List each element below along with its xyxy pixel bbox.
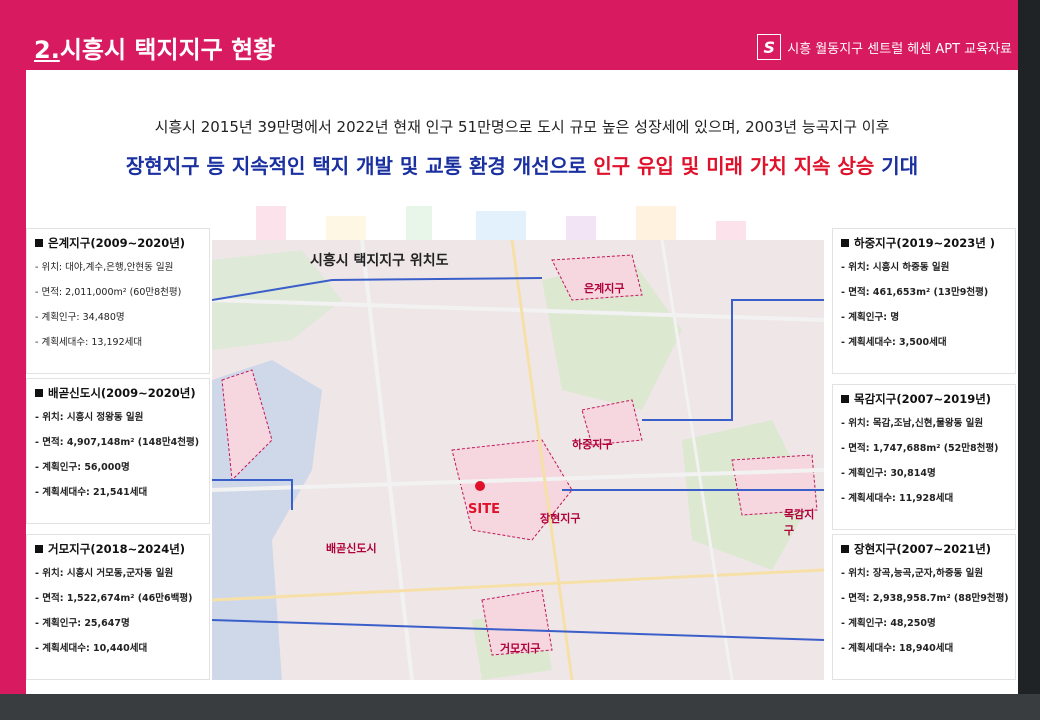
panel-row: - 위치: 시흥시 거모동,군자동 일원 bbox=[35, 568, 174, 579]
panel-row: - 계획인구: 56,000명 bbox=[35, 462, 130, 473]
headline-line2-red: 인구 유입 및 미래 가치 지속 상승 bbox=[593, 154, 875, 178]
panel-row: - 위치: 시흥시 하중동 일원 bbox=[841, 262, 950, 273]
map-graphic bbox=[212, 240, 824, 680]
panel-row: - 계획인구: 25,647명 bbox=[35, 618, 130, 629]
panel-geomo: 거모지구(2018~2024년) - 위치: 시흥시 거모동,군자동 일원 - … bbox=[26, 534, 210, 680]
panel-baegot: 배곧신도시(2009~2020년) - 위치: 시흥시 정왕동 일원 - 면적:… bbox=[26, 378, 210, 524]
panel-eungye: 은계지구(2009~2020년) - 위치: 대야,계수,은행,안현동 일원 -… bbox=[26, 228, 210, 374]
panel-row: - 계획세대수: 11,928세대 bbox=[841, 493, 954, 504]
bullet-square-icon bbox=[35, 239, 43, 247]
panel-row: - 계획세대수: 13,192세대 bbox=[35, 337, 143, 348]
map-title: 시흥시 택지지구 위치도 bbox=[310, 253, 449, 269]
headline-line2-blue: 장현지구 등 지속적인 택지 개발 및 교통 환경 개선으로 bbox=[125, 154, 594, 178]
headline-line1: 시흥시 2015년 39만명에서 2022년 현재 인구 51만명으로 도시 규… bbox=[154, 118, 890, 136]
panel-hajung: 하중지구(2019~2023년 ) - 위치: 시흥시 하중동 일원 - 면적:… bbox=[832, 228, 1016, 374]
panel-row: - 면적: 1,522,674m² (46만6백평) bbox=[35, 593, 193, 604]
map-label-site: SITE bbox=[468, 502, 500, 517]
bullet-square-icon bbox=[841, 545, 849, 553]
panel-title: 거모지구(2018~2024년) bbox=[35, 541, 201, 557]
panel-row: - 위치: 목감,조남,신현,물왕동 일원 bbox=[841, 418, 984, 429]
header-right-text: 시흥 월동지구 센트럴 헤센 APT 교육자료 bbox=[787, 41, 1012, 57]
panel-title: 목감지구(2007~2019년) bbox=[841, 391, 1007, 407]
panel-title: 장현지구(2007~2021년) bbox=[841, 541, 1007, 557]
district-map: 시흥시 택지지구 위치도 은계지구 하중지구 장현지구 목감지구 배곧신도시 거… bbox=[212, 240, 824, 680]
panel-row: - 계획세대수: 21,541세대 bbox=[35, 487, 148, 498]
map-label-hajung: 하중지구 bbox=[572, 438, 613, 451]
panel-row: - 위치: 시흥시 정왕동 일원 bbox=[35, 412, 144, 423]
panel-row: - 계획인구: 30,814명 bbox=[841, 468, 936, 479]
frame-left bbox=[0, 0, 26, 720]
panel-row: - 면적: 461,653m² (13만9천평) bbox=[841, 287, 989, 298]
page-title: 2.시흥시 택지지구 현황 bbox=[34, 30, 275, 65]
headline-line2: 장현지구 등 지속적인 택지 개발 및 교통 환경 개선으로 인구 유입 및 미… bbox=[26, 150, 1018, 179]
panel-row: - 계획인구: 48,250명 bbox=[841, 618, 936, 629]
panel-mokgam: 목감지구(2007~2019년) - 위치: 목감,조남,신현,물왕동 일원 -… bbox=[832, 384, 1016, 530]
bullet-square-icon bbox=[35, 545, 43, 553]
slide: 2.시흥시 택지지구 현황 S 시흥 월동지구 센트럴 헤센 APT 교육자료 … bbox=[26, 24, 1018, 694]
title-text: 시흥시 택지지구 현황 bbox=[59, 36, 276, 64]
panel-row: - 계획인구: 명 bbox=[841, 312, 900, 323]
panel-row: - 면적: 1,747,688m² (52만8천평) bbox=[841, 443, 999, 454]
map-label-eungye: 은계지구 bbox=[584, 282, 625, 295]
map-label-baegot: 배곧신도시 bbox=[326, 542, 377, 555]
frame-bottom bbox=[0, 694, 1040, 720]
panel-title: 은계지구(2009~2020년) bbox=[35, 235, 201, 251]
slide-header: 2.시흥시 택지지구 현황 S 시흥 월동지구 센트럴 헤센 APT 교육자료 bbox=[26, 24, 1018, 70]
headline-line2-tail: 기대 bbox=[874, 154, 919, 178]
brand-logo-icon: S bbox=[757, 34, 782, 60]
panel-row: - 위치: 대야,계수,은행,안현동 일원 bbox=[35, 262, 174, 273]
bullet-square-icon bbox=[841, 395, 849, 403]
map-label-janghyeon: 장현지구 bbox=[540, 512, 581, 525]
header-brand: S 시흥 월동지구 센트럴 헤센 APT 교육자료 bbox=[757, 34, 1012, 60]
map-label-mokgam: 목감지구 bbox=[784, 508, 815, 537]
panel-row: - 계획세대수: 10,440세대 bbox=[35, 643, 148, 654]
panel-row: - 위치: 장곡,능곡,군자,하중동 일원 bbox=[841, 568, 984, 579]
frame-right bbox=[1018, 0, 1040, 720]
panel-row: - 계획세대수: 18,940세대 bbox=[841, 643, 954, 654]
panel-row: - 계획인구: 34,480명 bbox=[35, 312, 125, 323]
title-number: 2. bbox=[34, 36, 60, 64]
panel-janghyeon: 장현지구(2007~2021년) - 위치: 장곡,능곡,군자,하중동 일원 -… bbox=[832, 534, 1016, 680]
panel-row: - 면적: 2,011,000m² (60만8천평) bbox=[35, 287, 182, 298]
bullet-square-icon bbox=[841, 239, 849, 247]
panel-title: 하중지구(2019~2023년 ) bbox=[841, 235, 1007, 251]
panel-title: 배곧신도시(2009~2020년) bbox=[35, 385, 201, 401]
frame-top bbox=[0, 0, 1040, 24]
panel-row: - 면적: 2,938,958.7m² (88만9천평) bbox=[841, 593, 1009, 604]
panel-row: - 면적: 4,907,148m² (148만4천평) bbox=[35, 437, 200, 448]
map-label-geomo: 거모지구 bbox=[500, 642, 541, 655]
panel-row: - 계획세대수: 3,500세대 bbox=[841, 337, 947, 348]
bullet-square-icon bbox=[35, 389, 43, 397]
